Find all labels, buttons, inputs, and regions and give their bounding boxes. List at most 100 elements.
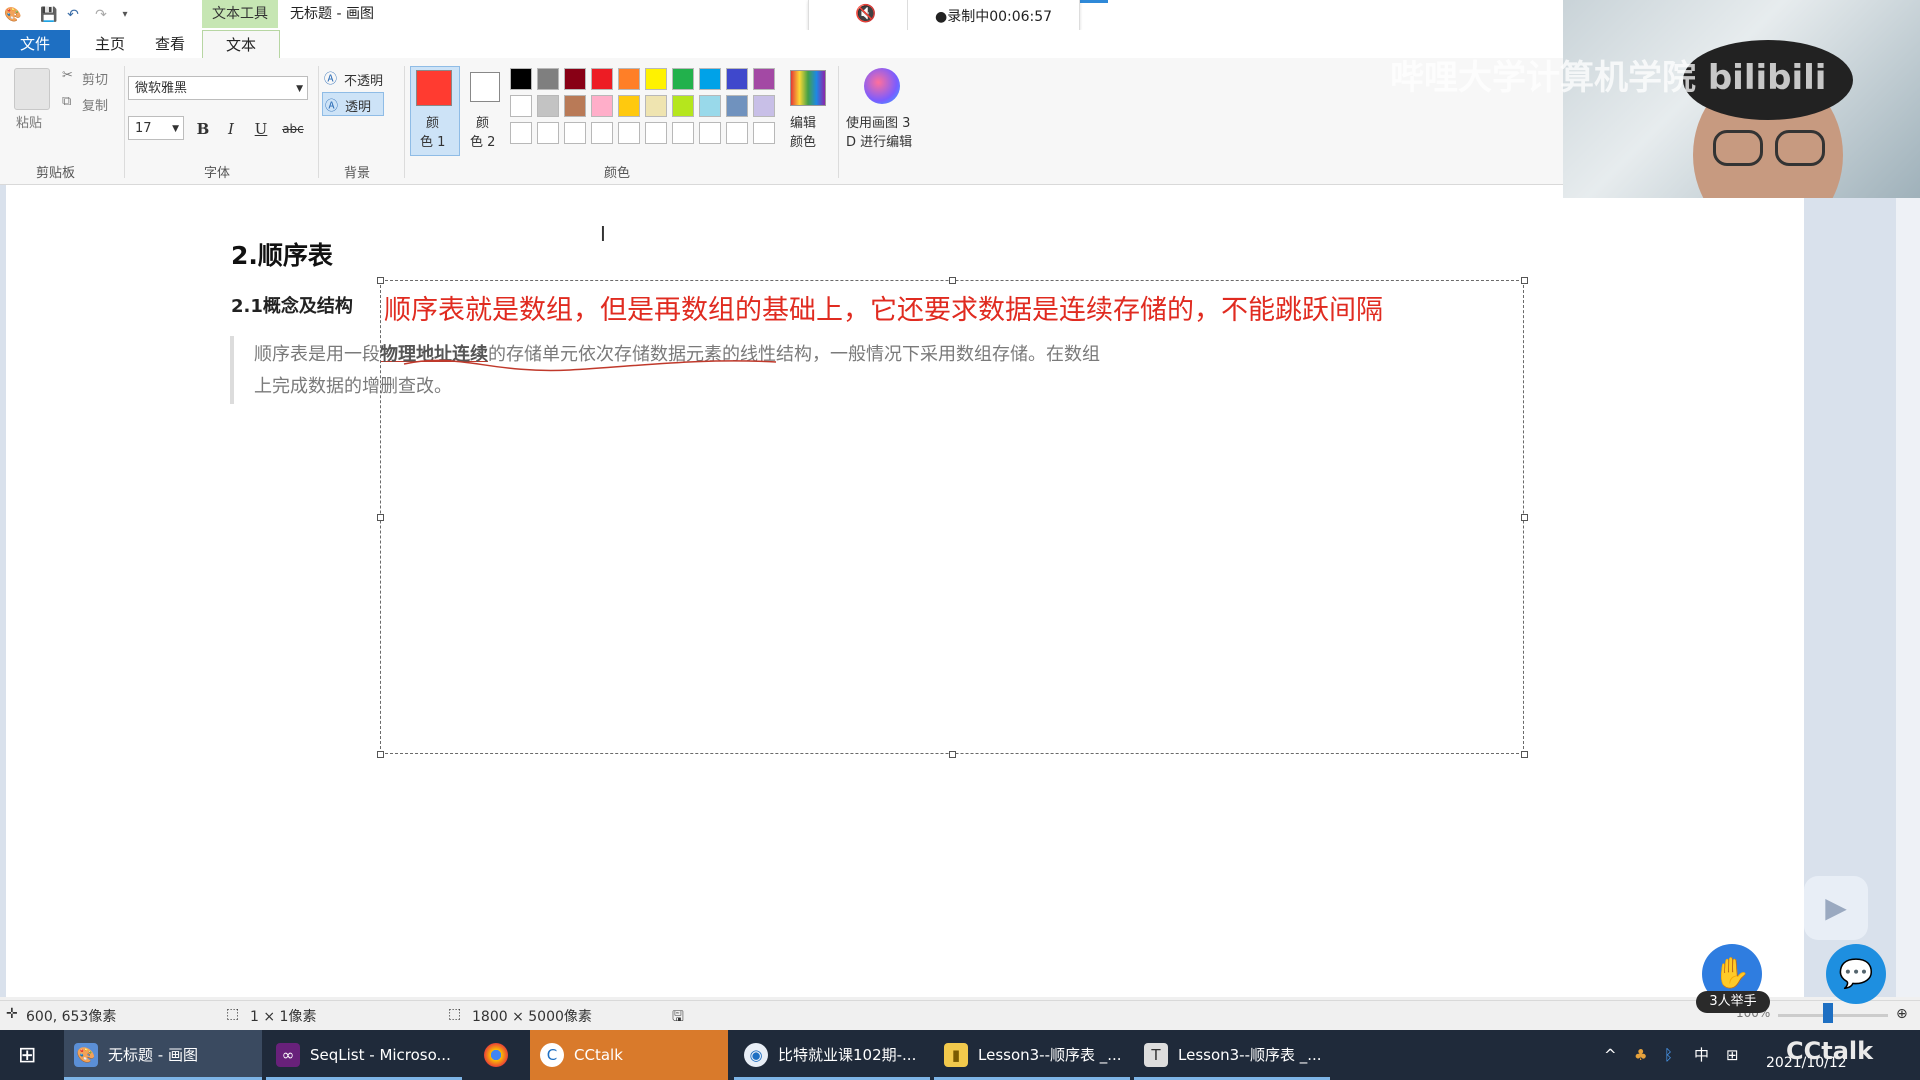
tray-app-icon[interactable]: ♣ [1634,1030,1647,1080]
paste-button[interactable]: 粘贴 [16,112,42,131]
palette-swatch[interactable] [510,68,532,90]
taskbar-item-cctalk[interactable]: C CCtalk [530,1030,728,1080]
resize-handle[interactable] [377,277,384,284]
paint-app-icon[interactable]: 🎨 [4,6,22,24]
paste-icon[interactable] [14,68,50,110]
save-icon[interactable]: 💾 [40,6,58,24]
palette-swatch[interactable] [699,122,721,144]
paint3d-icon[interactable] [864,68,900,104]
edit-colors-label-line2[interactable]: 颜色 [790,131,816,150]
resize-handle[interactable] [949,277,956,284]
taskbar-item-paint[interactable]: 🎨 无标题 - 画图 [64,1030,262,1080]
palette-swatch[interactable] [699,68,721,90]
recording-divider [907,0,908,30]
palette-swatch[interactable] [699,95,721,117]
palette-swatch[interactable] [645,68,667,90]
font-size-select[interactable]: 17 ▼ [128,116,184,140]
undo-icon[interactable]: ↶ [64,6,82,24]
palette-swatch[interactable] [564,122,586,144]
font-family-select[interactable]: 微软雅黑 ▼ [128,76,308,100]
edit-colors-icon[interactable] [790,70,826,106]
typed-text[interactable]: 顺序表就是数组，但是再数组的基础上，它还要求数据是连续存储的，不能跳跃间隔 [384,288,1383,327]
speaker-muted-icon[interactable]: 🔇 [855,4,876,24]
palette-swatch[interactable] [672,68,694,90]
cctalk-brand-watermark: CCtalk [1786,1037,1874,1065]
ime-mode-icon[interactable]: ⊞ [1726,1030,1739,1080]
zoom-in-icon[interactable]: ⊕ [1896,1006,1908,1022]
palette-swatch[interactable] [510,95,532,117]
palette-swatch[interactable] [645,122,667,144]
palette-swatch[interactable] [753,122,775,144]
palette-swatch[interactable] [591,95,613,117]
vertical-scrollbar[interactable] [1896,185,1920,997]
palette-swatch[interactable] [591,68,613,90]
resize-handle[interactable] [377,751,384,758]
palette-swatch[interactable] [591,122,613,144]
redo-icon[interactable]: ↷ [92,6,110,24]
copy-button[interactable]: 复制 [82,95,108,114]
color2-label-line1: 颜 [476,116,490,131]
group-label-clipboard: 剪贴板 [36,166,76,181]
taskbar-item-visual-studio[interactable]: ∞ SeqList - Microso... [266,1030,462,1080]
customize-quick-access-icon[interactable]: ▾ [116,6,134,24]
palette-swatch[interactable] [564,95,586,117]
palette-swatch[interactable] [726,122,748,144]
edit-colors-label-line1[interactable]: 编辑 [790,112,816,131]
text-cursor-icon: I [600,222,606,246]
ribbon-divider [318,66,319,178]
ime-indicator[interactable]: 中 [1694,1030,1709,1080]
bold-button[interactable]: B [192,118,214,140]
text-selection-box[interactable] [380,280,1524,754]
palette-swatch[interactable] [618,95,640,117]
tab-file[interactable]: 文件 [0,30,70,58]
bluetooth-icon[interactable]: ᛒ [1664,1030,1673,1080]
palette-swatch[interactable] [510,122,532,144]
resize-handle[interactable] [377,514,384,521]
palette-swatch[interactable] [672,122,694,144]
palette-swatch[interactable] [618,68,640,90]
paint-icon: 🎨 [74,1043,98,1067]
paint3d-label-line1[interactable]: 使用画图 3 [846,112,910,131]
palette-swatch[interactable] [537,68,559,90]
selection-icon: ⬚ [226,1006,240,1022]
color1-swatch [416,70,452,106]
palette-swatch[interactable] [753,68,775,90]
palette-swatch[interactable] [537,95,559,117]
color2-swatch[interactable] [470,72,500,102]
taskbar-item-lesson3-typora[interactable]: T Lesson3--顺序表 _... [1134,1030,1330,1080]
cut-button[interactable]: 剪切 [82,69,108,88]
italic-button[interactable]: I [220,118,242,140]
resize-handle[interactable] [1521,514,1528,521]
taskbar-item-chrome[interactable] [466,1030,526,1080]
tab-home[interactable]: 主页 [80,30,140,58]
palette-swatch[interactable] [726,95,748,117]
strikethrough-button[interactable]: abc [278,118,308,140]
palette-swatch[interactable] [618,122,640,144]
palette-swatch[interactable] [726,68,748,90]
opaque-label: 不透明 [344,74,384,89]
resize-handle[interactable] [1521,751,1528,758]
palette-swatch[interactable] [645,95,667,117]
zoom-slider-thumb[interactable] [1823,1003,1833,1023]
play-icon[interactable]: ▶ [1804,876,1868,940]
opaque-icon: Ⓐ [324,72,338,87]
taskbar-item-class[interactable]: ◉ 比特就业课102期-... [734,1030,930,1080]
chat-icon[interactable]: 💬 [1826,944,1886,1004]
tab-view[interactable]: 查看 [140,30,200,58]
palette-swatch[interactable] [753,95,775,117]
transparent-button[interactable]: Ⓐ 透明 [322,92,384,116]
taskbar-item-lesson3-folder[interactable]: ▮ Lesson3--顺序表 _... [934,1030,1130,1080]
windows-start-icon[interactable]: ⊞ [18,1043,36,1068]
group-label-colors: 颜色 [604,166,631,181]
resize-handle[interactable] [949,751,956,758]
palette-swatch[interactable] [672,95,694,117]
paint3d-label-line2[interactable]: D 进行编辑 [846,131,912,150]
zoom-slider-track[interactable] [1778,1014,1888,1017]
palette-swatch[interactable] [564,68,586,90]
opaque-button[interactable]: Ⓐ 不透明 [324,68,398,90]
resize-handle[interactable] [1521,277,1528,284]
tray-expand-icon[interactable]: ^ [1604,1030,1617,1080]
tab-text[interactable]: 文本 [202,30,280,60]
palette-swatch[interactable] [537,122,559,144]
underline-button[interactable]: U [250,118,272,140]
